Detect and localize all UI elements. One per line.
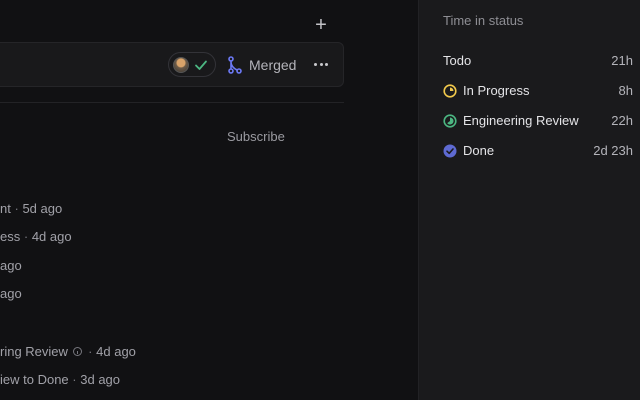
- pr-status-label: Merged: [249, 57, 297, 73]
- plus-icon: +: [315, 14, 327, 36]
- done-icon: [443, 144, 457, 158]
- add-button[interactable]: +: [312, 15, 330, 35]
- subscribe-button[interactable]: Subscribe: [227, 129, 285, 145]
- git-merge-icon: [228, 56, 242, 74]
- activity-item: iew to Done · 3d ago: [0, 372, 121, 387]
- activity-item: ago: [0, 258, 22, 273]
- in-progress-icon: [443, 84, 457, 98]
- time-in-status-title: Time in status: [443, 13, 524, 28]
- status-row-in-progress[interactable]: In Progress 8h: [443, 82, 633, 100]
- activity-item: nt · 5d ago: [0, 201, 63, 216]
- activity-item: ess · 4d ago: [0, 229, 72, 244]
- review-icon: [443, 114, 457, 128]
- reviewer-avatar: [173, 57, 189, 73]
- check-icon: [195, 60, 207, 70]
- info-icon[interactable]: [72, 347, 82, 356]
- status-row-done[interactable]: Done 2d 23h: [443, 142, 633, 160]
- activity-item: ring Review · 4d ago: [0, 344, 136, 359]
- status-row-engineering-review[interactable]: Engineering Review 22h: [443, 112, 633, 130]
- issue-main-panel: + Merged Subscribe nt · 5d ago ess · 4d …: [0, 0, 418, 400]
- status-row-todo[interactable]: Todo 21h: [443, 52, 633, 70]
- more-options-button[interactable]: [310, 55, 332, 75]
- ellipsis-icon: [314, 63, 317, 66]
- activity-item: ago: [0, 286, 22, 301]
- section-divider: [0, 102, 344, 103]
